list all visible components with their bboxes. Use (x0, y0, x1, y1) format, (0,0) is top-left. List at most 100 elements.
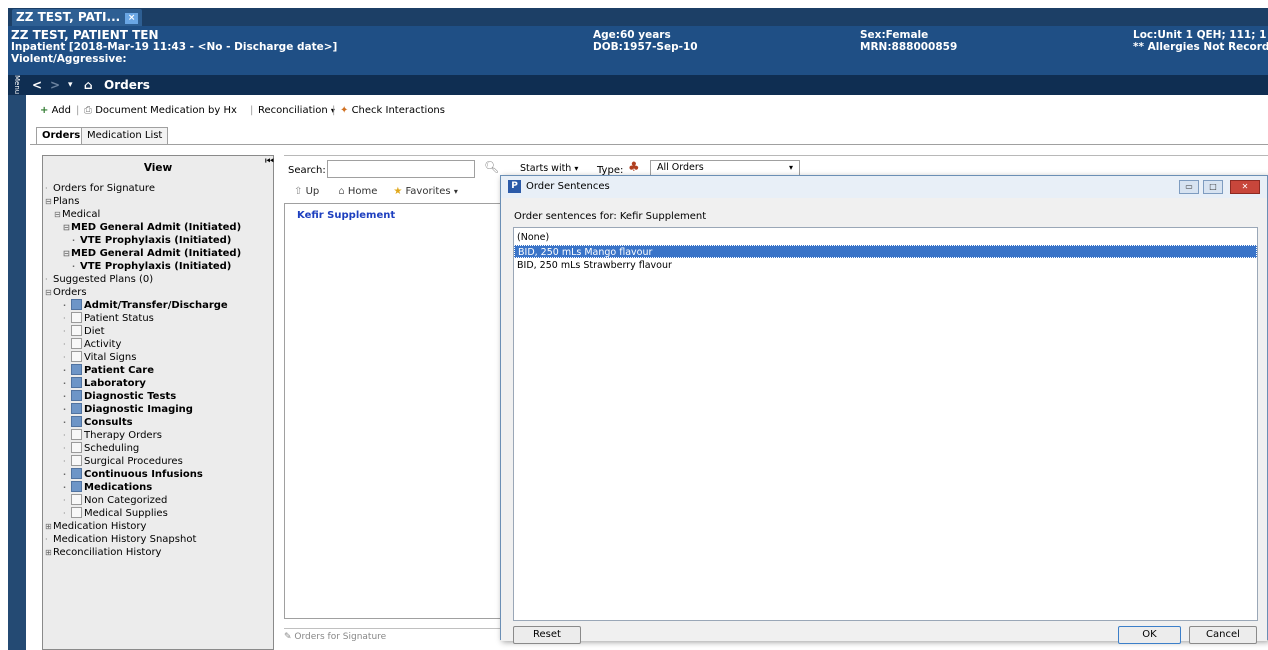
collapse-icon[interactable]: ⊟ (45, 195, 53, 208)
sentence-row-none[interactable]: (None) (514, 231, 1257, 244)
dialog-title-bar[interactable]: P Order Sentences ▭ □ ✕ (501, 176, 1267, 198)
view-tree-item[interactable]: · Diagnostic Tests (63, 390, 176, 403)
tree-line-icon: · (45, 184, 48, 193)
search-mode-dropdown[interactable]: Starts with ▾ (520, 163, 578, 174)
sex-text: Sex:Female (860, 29, 929, 41)
view-tree-item[interactable]: · Admit/Transfer/Discharge (63, 299, 228, 312)
sentence-row-mango[interactable]: BID, 250 mLs Mango flavour (514, 245, 1257, 258)
view-tree-item[interactable]: ⊟Plans (45, 195, 79, 208)
category-checkbox[interactable] (71, 312, 82, 323)
patient-tab[interactable]: ZZ TEST, PATI... × (12, 9, 143, 26)
category-checkbox[interactable] (71, 351, 82, 362)
collapse-icon[interactable]: ⊟ (54, 208, 62, 221)
check-interactions-button[interactable]: ✦ Check Interactions (340, 105, 445, 116)
view-tree-item[interactable]: · Continuous Infusions (63, 468, 203, 481)
view-tree-item[interactable]: ⊟Orders (45, 286, 87, 299)
orders-for-signature-footer[interactable]: ✎ Orders for Signature (284, 632, 386, 642)
collapse-icon[interactable]: ⊟ (63, 221, 71, 234)
view-tree-item[interactable]: · Laboratory (63, 377, 146, 390)
search-input[interactable] (327, 160, 475, 178)
category-checkbox[interactable] (71, 325, 82, 336)
home-button[interactable]: ⌂ Home (338, 186, 377, 197)
category-checkbox[interactable] (71, 338, 82, 349)
tab-orders[interactable]: Orders (36, 127, 87, 145)
view-tree-item[interactable]: ⊞Medication History (45, 520, 146, 533)
category-checkbox[interactable] (71, 455, 82, 466)
view-tree-item[interactable]: · Activity (63, 338, 121, 351)
view-tree-item-label: Vital Signs (84, 352, 137, 363)
view-tree-item[interactable]: · Medications (63, 481, 152, 494)
view-tree-item[interactable]: · Medication History Snapshot (45, 533, 196, 546)
sentence-row-strawberry[interactable]: BID, 250 mLs Strawberry flavour (514, 259, 1257, 272)
category-checkbox[interactable] (71, 494, 82, 505)
maximize-button[interactable]: □ (1203, 180, 1223, 194)
category-checkbox[interactable] (71, 481, 82, 492)
add-button[interactable]: + Add (40, 105, 71, 116)
view-tree-item[interactable]: · Patient Care (63, 364, 154, 377)
view-tree-item[interactable]: · Suggested Plans (0) (45, 273, 153, 286)
category-checkbox[interactable] (71, 403, 82, 414)
category-checkbox[interactable] (71, 507, 82, 518)
view-tree-item[interactable]: · Diet (63, 325, 105, 338)
separator: | (332, 105, 336, 116)
category-checkbox[interactable] (71, 364, 82, 375)
tree-line-icon: · (63, 353, 66, 362)
left-menu-stripe[interactable] (8, 95, 26, 650)
category-checkbox[interactable] (71, 390, 82, 401)
dob-text: DOB:1957-Sep-10 (593, 41, 698, 53)
cancel-button[interactable]: Cancel (1189, 626, 1257, 644)
view-tree-item-label: Therapy Orders (84, 430, 162, 441)
close-tab-icon[interactable]: × (125, 13, 139, 24)
view-tree-item[interactable]: · Orders for Signature (45, 182, 155, 195)
expand-icon[interactable]: ⊞ (45, 546, 53, 559)
view-tree-item[interactable]: ⊞Reconciliation History (45, 546, 161, 559)
category-checkbox[interactable] (71, 442, 82, 453)
search-icon[interactable]: 🔍︎ (484, 160, 499, 174)
view-tree-item[interactable]: · Surgical Procedures (63, 455, 183, 468)
expand-icon[interactable]: ⊞ (45, 520, 53, 533)
history-dropdown-icon[interactable]: ▾ (68, 77, 73, 93)
view-tree-item[interactable]: · Medical Supplies (63, 507, 168, 520)
tab-medication-list[interactable]: Medication List (81, 127, 169, 144)
view-tree-item[interactable]: ⊟Medical (54, 208, 100, 221)
collapse-icon[interactable]: ⊟ (45, 286, 53, 299)
view-tree-item[interactable]: ⊟MED General Admit (Initiated) (63, 221, 241, 234)
type-dropdown[interactable]: All Orders ▾ (650, 160, 800, 176)
view-tree-item[interactable]: ⊟MED General Admit (Initiated) (63, 247, 241, 260)
category-checkbox[interactable] (71, 468, 82, 479)
view-tree-item[interactable]: · Patient Status (63, 312, 154, 325)
category-checkbox[interactable] (71, 429, 82, 440)
collapse-icon[interactable]: ⊟ (63, 247, 71, 260)
reconciliation-button[interactable]: Reconciliation ▾ (258, 105, 335, 116)
patient-name[interactable]: ZZ TEST, PATIENT TEN (11, 29, 159, 41)
view-tree-item[interactable]: · Vital Signs (63, 351, 136, 364)
view-tree-item[interactable]: · Scheduling (63, 442, 139, 455)
home-icon[interactable]: ⌂ (84, 77, 93, 93)
category-checkbox[interactable] (71, 416, 82, 427)
document-medication-button[interactable]: ⎙ Document Medication by Hx (84, 105, 237, 116)
allergies-text[interactable]: ** Allergies Not Record (1133, 41, 1268, 53)
result-item[interactable]: Kefir Supplement (297, 210, 395, 221)
favorites-label: Favorites (405, 186, 451, 197)
close-button[interactable]: ✕ (1230, 180, 1260, 194)
back-button[interactable]: < (32, 77, 42, 93)
collapse-panel-icon[interactable]: ⏮ (265, 156, 274, 167)
ok-button[interactable]: OK (1118, 626, 1181, 644)
menu-toggle[interactable]: Menu (8, 75, 26, 95)
reset-button[interactable]: Reset (513, 626, 581, 644)
forward-button[interactable]: > (50, 77, 60, 93)
category-checkbox[interactable] (71, 377, 82, 388)
category-checkbox[interactable] (71, 299, 82, 310)
favorites-button[interactable]: ★ Favorites ▾ (393, 186, 458, 197)
view-tree-item[interactable]: · Diagnostic Imaging (63, 403, 193, 416)
up-button[interactable]: ⇧ Up (294, 186, 319, 197)
view-tree-item[interactable]: · Non Categorized (63, 494, 167, 507)
view-tree-item[interactable]: · VTE Prophylaxis (Initiated) (72, 234, 231, 247)
chevron-down-icon: ▾ (788, 163, 793, 172)
view-tree-item[interactable]: · VTE Prophylaxis (Initiated) (72, 260, 231, 273)
minimize-button[interactable]: ▭ (1179, 180, 1199, 194)
view-tree-item[interactable]: · Consults (63, 416, 133, 429)
patient-tab-label: ZZ TEST, PATI... (16, 10, 121, 24)
view-tree-item[interactable]: · Therapy Orders (63, 429, 162, 442)
tree-line-icon: · (63, 301, 67, 310)
